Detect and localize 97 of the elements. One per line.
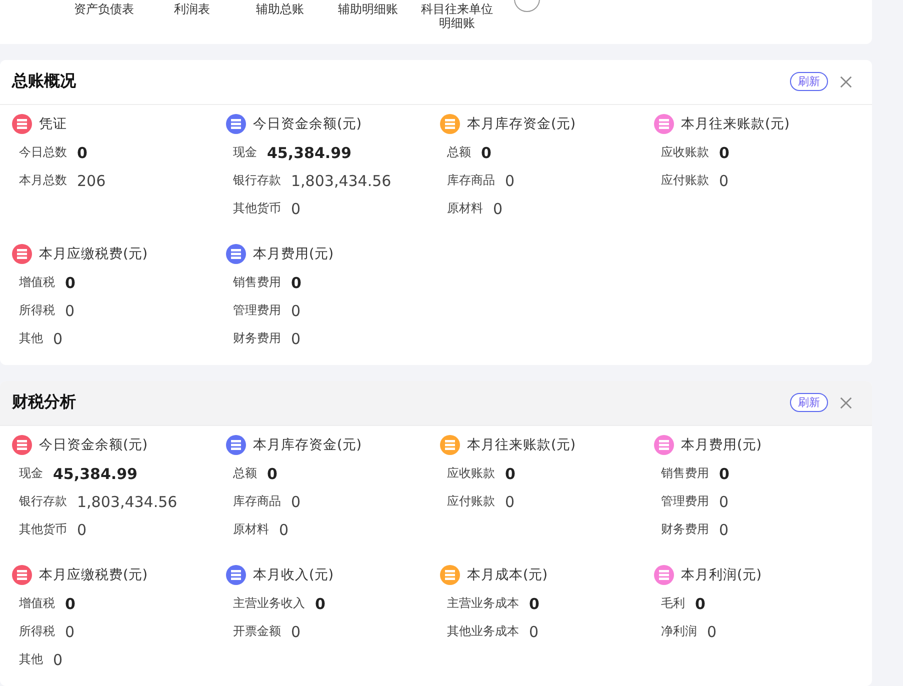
metric-label: 原材料 xyxy=(233,521,269,538)
metric-value: 0 xyxy=(695,594,706,613)
metric-value: 0 xyxy=(719,492,729,511)
metric-label: 所得税 xyxy=(19,302,55,320)
metric-value: 0 xyxy=(719,464,730,483)
metric-value: 0 xyxy=(53,650,63,669)
metric-value: 45,384.99 xyxy=(267,144,352,162)
metric-value: 0 xyxy=(505,464,516,483)
metric-value: 1,803,434.56 xyxy=(77,492,178,511)
group-title: 本月应缴税费(元) xyxy=(39,566,148,584)
metric-label: 主营业务成本 xyxy=(447,595,519,612)
metric-label: 总额 xyxy=(447,144,471,162)
refresh-button[interactable]: 刷新 xyxy=(790,72,828,92)
metric-label: 应付账款 xyxy=(447,493,495,510)
metric-label: 管理费用 xyxy=(661,493,709,510)
metric-label: 销售费用 xyxy=(661,465,709,482)
shortcut-link[interactable]: 利润表 xyxy=(148,0,236,16)
metric-label: 财务费用 xyxy=(233,330,281,348)
group-title: 今日资金余额(元) xyxy=(39,436,148,454)
group-title: 本月成本(元) xyxy=(467,566,548,584)
metric-label: 应付账款 xyxy=(661,172,709,190)
refresh-button[interactable]: 刷新 xyxy=(790,393,828,412)
metric-label: 净利润 xyxy=(661,623,697,640)
metric-value: 0 xyxy=(291,274,302,292)
group-title: 本月库存资金(元) xyxy=(253,436,362,454)
metric-value: 0 xyxy=(291,302,301,320)
group-title: 本月费用(元) xyxy=(253,244,334,263)
metric-value: 0 xyxy=(707,622,717,641)
metric-label: 其他 xyxy=(19,330,43,348)
metric-label: 其他业务成本 xyxy=(447,623,519,640)
group-title: 本月库存资金(元) xyxy=(467,114,576,133)
metric-label: 财务费用 xyxy=(661,521,709,538)
group-title: 今日资金余额(元) xyxy=(253,114,362,133)
metric-value: 0 xyxy=(719,172,729,190)
metric-label: 原材料 xyxy=(447,200,483,218)
metric-value: 0 xyxy=(65,594,76,613)
metric-label: 销售费用 xyxy=(233,274,281,292)
group-title: 本月往来账款(元) xyxy=(681,114,790,133)
metric-label: 主营业务收入 xyxy=(233,595,305,612)
metric-label: 其他 xyxy=(19,651,43,668)
group-title: 本月利润(元) xyxy=(681,566,762,584)
shortcut-link[interactable]: 辅助明细账 xyxy=(324,0,412,16)
metric-value: 0 xyxy=(529,594,540,613)
metric-value: 0 xyxy=(53,330,63,348)
metric-label: 管理费用 xyxy=(233,302,281,320)
metric-label: 其他货币 xyxy=(233,200,281,218)
metric-value: 0 xyxy=(65,622,75,641)
metric-label: 开票金额 xyxy=(233,623,281,640)
metric-value: 0 xyxy=(291,200,301,218)
metric-value: 0 xyxy=(505,172,515,190)
panel-title: 财税分析 xyxy=(12,392,77,414)
metric-label: 增值税 xyxy=(19,274,55,292)
metric-label: 所得税 xyxy=(19,623,55,640)
metric-value: 1,803,434.56 xyxy=(291,172,392,190)
shortcut-link[interactable]: 辅助总账 xyxy=(236,0,324,16)
metric-label: 库存商品 xyxy=(447,172,495,190)
metric-value: 0 xyxy=(291,492,301,511)
metric-value: 206 xyxy=(77,172,106,190)
metric-label: 增值税 xyxy=(19,595,55,612)
metric-value: 0 xyxy=(529,622,539,641)
close-icon[interactable] xyxy=(840,396,852,409)
metric-value: 0 xyxy=(65,274,76,292)
metric-value: 0 xyxy=(279,520,289,539)
group-title: 凭证 xyxy=(39,114,67,133)
close-icon[interactable] xyxy=(840,76,852,88)
metric-label: 毛利 xyxy=(661,595,685,612)
metric-value: 0 xyxy=(65,302,75,320)
metric-label: 应收账款 xyxy=(447,465,495,482)
metric-value: 0 xyxy=(493,200,503,218)
shortcut-link[interactable]: 资产负债表 xyxy=(60,0,148,16)
metric-value: 45,384.99 xyxy=(53,464,138,483)
metric-value: 0 xyxy=(291,622,301,641)
group-title: 本月费用(元) xyxy=(681,436,762,454)
metric-label: 现金 xyxy=(233,144,257,162)
metric-value: 0 xyxy=(291,330,301,348)
group-title: 本月往来账款(元) xyxy=(467,436,576,454)
panel-title: 总账概况 xyxy=(12,71,77,92)
metric-value: 0 xyxy=(267,464,278,483)
metric-value: 0 xyxy=(77,520,87,539)
metric-value: 0 xyxy=(719,144,730,162)
shortcut-link[interactable]: 科目往来单位明细账 xyxy=(419,0,495,30)
metric-label: 银行存款 xyxy=(19,493,67,510)
metric-label: 应收账款 xyxy=(661,144,709,162)
metric-value: 0 xyxy=(719,520,729,539)
metric-value: 0 xyxy=(315,594,326,613)
metric-label: 其他货币 xyxy=(19,521,67,538)
metric-label: 总额 xyxy=(233,465,257,482)
metric-value: 0 xyxy=(505,492,515,511)
metric-value: 0 xyxy=(77,144,88,162)
metric-label: 现金 xyxy=(19,465,43,482)
metric-label: 今日总数 xyxy=(19,144,67,162)
metric-label: 银行存款 xyxy=(233,172,281,190)
group-title: 本月收入(元) xyxy=(253,566,334,584)
metric-label: 库存商品 xyxy=(233,493,281,510)
group-title: 本月应缴税费(元) xyxy=(39,244,148,263)
metric-label: 本月总数 xyxy=(19,172,67,190)
metric-value: 0 xyxy=(481,144,492,162)
